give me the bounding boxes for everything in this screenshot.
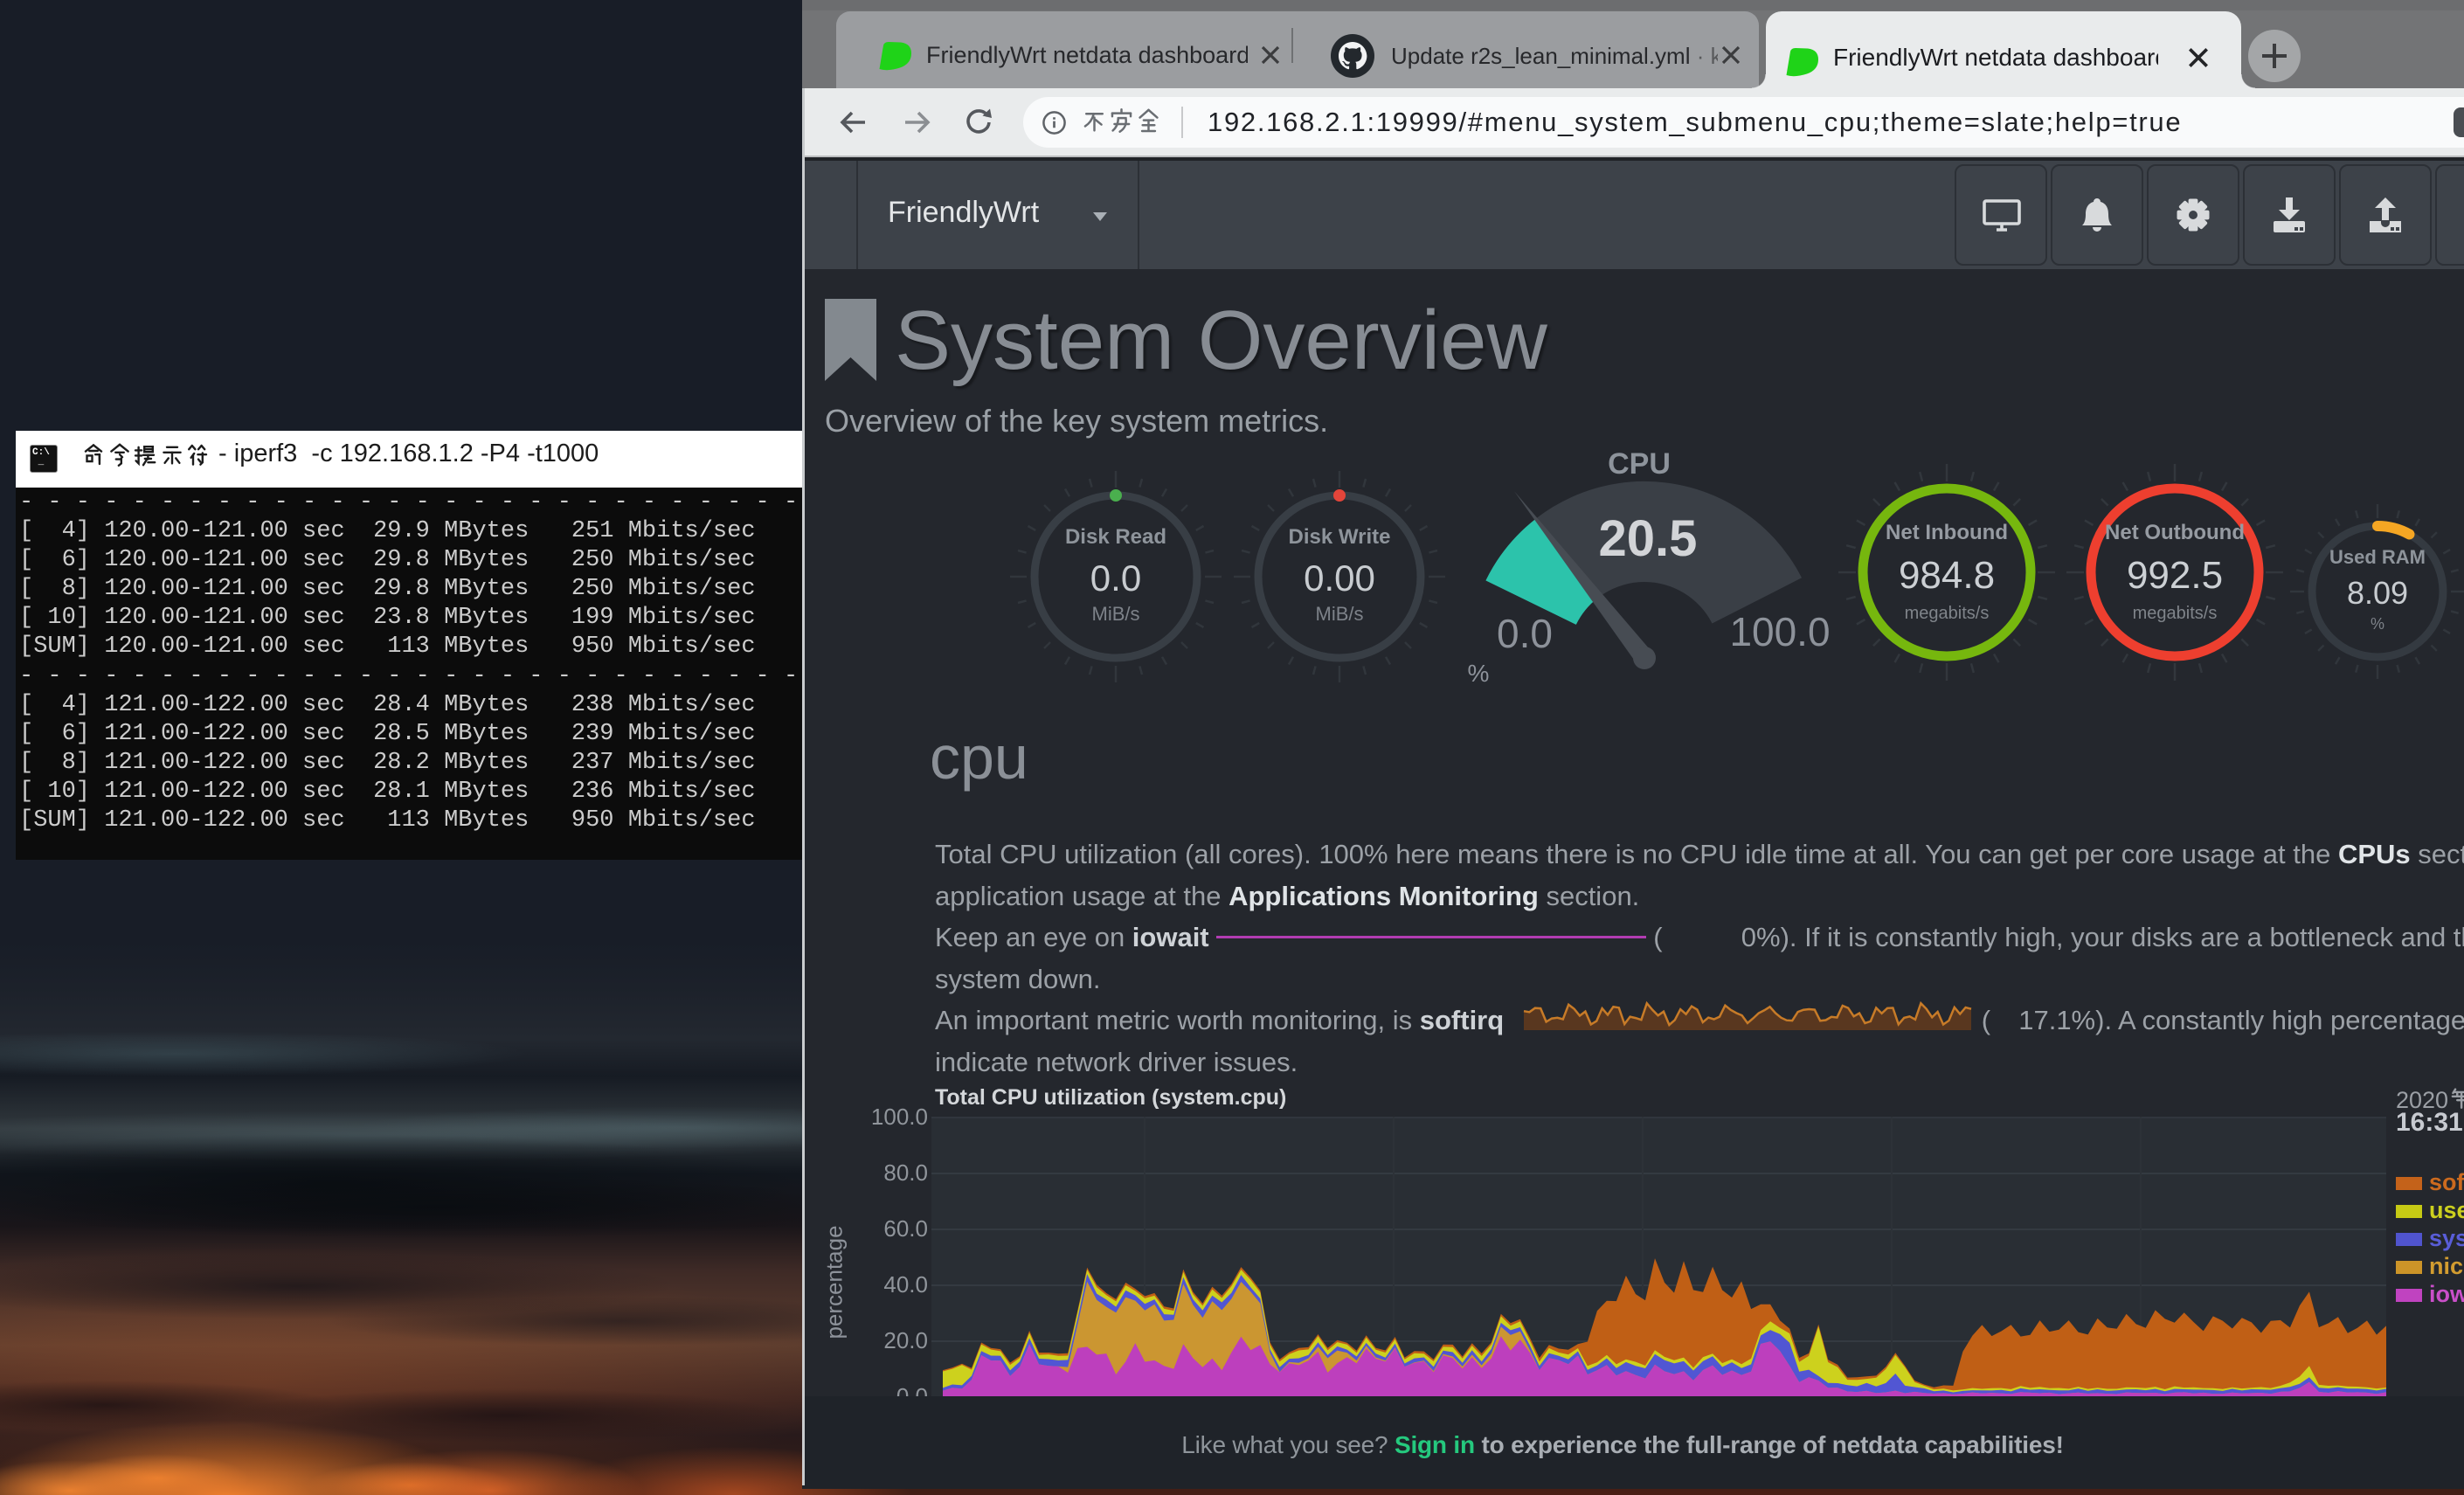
svg-text:0.0: 0.0 <box>1090 557 1141 599</box>
svg-text:Disk Read: Disk Read <box>1065 525 1166 549</box>
svg-text:0.00: 0.00 <box>1304 557 1375 599</box>
svg-text:984.8: 984.8 <box>1899 554 1995 597</box>
svg-text:Used RAM: Used RAM <box>2329 546 2426 568</box>
svg-text:Net Inbound: Net Inbound <box>1886 521 2008 544</box>
svg-text:megabits/s: megabits/s <box>2133 604 2218 623</box>
svg-text:MiB/s: MiB/s <box>1092 603 1140 625</box>
svg-text:megabits/s: megabits/s <box>1905 604 1990 623</box>
svg-text:20.5: 20.5 <box>1599 510 1698 567</box>
svg-text:CPU: CPU <box>1608 447 1671 481</box>
svg-text:Net Outbound: Net Outbound <box>2105 521 2245 544</box>
svg-text:%: % <box>1468 660 1490 687</box>
svg-text:Disk Write: Disk Write <box>1289 525 1391 549</box>
svg-text:%: % <box>2371 615 2384 633</box>
svg-text:992.5: 992.5 <box>2127 554 2223 597</box>
svg-text:8.09: 8.09 <box>2347 575 2408 611</box>
svg-text:0.0: 0.0 <box>1497 611 1553 656</box>
svg-text:MiB/s: MiB/s <box>1316 603 1364 625</box>
svg-text:100.0: 100.0 <box>1729 609 1830 654</box>
